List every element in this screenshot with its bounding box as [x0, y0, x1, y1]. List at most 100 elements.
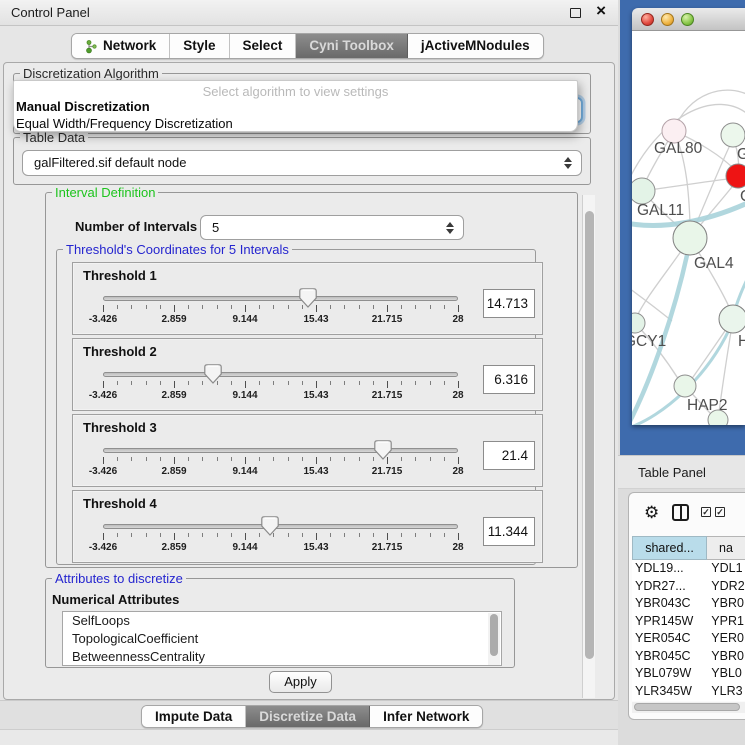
- attributes-scrollbar-thumb[interactable]: [490, 614, 498, 656]
- slider-thumb[interactable]: [374, 440, 392, 460]
- tab-label: Impute Data: [155, 706, 232, 727]
- panel-scrollbar-thumb[interactable]: [585, 211, 594, 659]
- tick-mark: [359, 305, 360, 309]
- table-hscrollbar-thumb[interactable]: [634, 703, 740, 711]
- tick-mark: [330, 457, 331, 461]
- tick-mark: [160, 381, 161, 385]
- tick-mark: [415, 533, 416, 537]
- tick-label: 21.715: [372, 466, 403, 477]
- tab-style[interactable]: Style: [170, 34, 229, 58]
- mac-close-icon[interactable]: [641, 13, 654, 26]
- slider-thumb[interactable]: [204, 364, 222, 384]
- tab-infer-network[interactable]: Infer Network: [370, 706, 482, 727]
- tab-select[interactable]: Select: [230, 34, 297, 58]
- table-row[interactable]: YDL19...YDL1: [632, 560, 745, 578]
- tick-mark: [415, 457, 416, 461]
- tick-mark: [160, 533, 161, 537]
- network-canvas[interactable]: GAL80GACGAL11GAL4GCY1HHAP2: [632, 31, 745, 425]
- tab-jactivemnodules[interactable]: jActiveMNodules: [408, 34, 543, 58]
- top-tab-row: NetworkStyle Select Cyni Toolbox jActiveMNo…: [0, 26, 618, 62]
- panel-scrollbar[interactable]: [582, 195, 595, 698]
- network-view-window[interactable]: GAL80GACGAL11GAL4GCY1HHAP2: [620, 0, 745, 455]
- number-of-intervals-spinner[interactable]: 5: [200, 215, 464, 240]
- tab-network[interactable]: Network: [72, 34, 170, 58]
- table-cell: YER054C: [632, 630, 707, 648]
- bottom-strip: [0, 729, 618, 745]
- table-cell: YBR0: [707, 648, 745, 666]
- slider-track[interactable]: [103, 296, 458, 301]
- threshold-value-field[interactable]: 21.4: [483, 441, 535, 470]
- tick-mark: [174, 305, 175, 312]
- table-row[interactable]: YIL052CYIL0: [632, 700, 745, 701]
- tick-mark: [131, 457, 132, 461]
- mac-minimize-icon[interactable]: [661, 13, 674, 26]
- table-row[interactable]: YBR043CYBR0: [632, 595, 745, 613]
- slider-track[interactable]: [103, 448, 458, 453]
- threshold-value-field[interactable]: 6.316: [483, 365, 535, 394]
- table-horizontal-scrollbar[interactable]: [632, 702, 745, 713]
- tick-mark: [146, 381, 147, 385]
- table-data-combo[interactable]: galFiltered.sif default node: [22, 150, 582, 176]
- threshold-value-field[interactable]: 14.713: [483, 289, 535, 318]
- tick-mark: [160, 457, 161, 461]
- threshold-value-field[interactable]: 11.344: [483, 517, 535, 546]
- numerical-attributes-list[interactable]: SelfLoopsTopologicalCoefficientBetweenne…: [62, 611, 502, 666]
- tab-label: jActiveMNodules: [421, 34, 530, 58]
- table-cell: YBL0: [707, 665, 745, 683]
- slider-track[interactable]: [103, 372, 458, 377]
- table-row[interactable]: YDR27...YDR2: [632, 578, 745, 596]
- table-row[interactable]: YBL079WYBL0: [632, 665, 745, 683]
- attributes-scrollbar[interactable]: [488, 613, 500, 666]
- tab-label: Select: [243, 34, 283, 58]
- tick-mark: [160, 305, 161, 309]
- tick-label: -3.426: [89, 542, 117, 553]
- tick-mark: [458, 305, 459, 312]
- tick-mark: [174, 533, 175, 540]
- slider-track[interactable]: [103, 524, 458, 529]
- apply-button[interactable]: Apply: [269, 671, 332, 693]
- bottom-tab-group: Impute Data Discretize DataInfer Network: [141, 705, 483, 728]
- table-row[interactable]: YBR045CYBR0: [632, 648, 745, 666]
- tick-mark: [430, 533, 431, 537]
- tab-label: Cyni Toolbox: [309, 34, 394, 58]
- tick-mark: [415, 381, 416, 385]
- float-window-icon[interactable]: [570, 8, 581, 18]
- split-columns-icon[interactable]: [672, 504, 689, 521]
- gear-icon[interactable]: ⚙: [644, 503, 659, 523]
- tab-impute-data[interactable]: Impute Data: [142, 706, 246, 727]
- tick-label: 28: [452, 466, 463, 477]
- tick-mark: [202, 305, 203, 309]
- table-column-header[interactable]: na: [707, 536, 745, 560]
- mac-zoom-icon[interactable]: [681, 13, 694, 26]
- checkbox-icon[interactable]: ✓: [715, 507, 725, 517]
- table-row[interactable]: YLR345WYLR3: [632, 683, 745, 701]
- slider-ticks: [103, 381, 458, 389]
- algorithm-option[interactable]: Manual Discretization: [16, 99, 150, 114]
- tab-cyni-toolbox[interactable]: Cyni Toolbox: [296, 34, 408, 58]
- table-cell: YLR345W: [632, 683, 707, 701]
- table-header-row: shared...na: [632, 536, 745, 560]
- close-icon[interactable]: ×: [596, 1, 606, 21]
- slider-ticks: [103, 305, 458, 313]
- network-node-label: GA: [737, 146, 745, 163]
- slider-thumb[interactable]: [261, 516, 279, 536]
- attribute-item[interactable]: TopologicalCoefficient: [63, 630, 501, 648]
- threshold-label: Threshold 2: [83, 344, 157, 359]
- table-row[interactable]: YPR145WYPR1: [632, 613, 745, 631]
- attribute-item[interactable]: SelfLoops: [63, 612, 501, 630]
- table-toolbar: ⚙ ✓ ✓: [629, 493, 745, 535]
- algorithm-option[interactable]: Equal Width/Frequency Discretization: [16, 116, 233, 131]
- algorithm-popup-hint: Select algorithm to view settings: [14, 84, 577, 99]
- slider-thumb[interactable]: [299, 288, 317, 308]
- tick-mark: [444, 533, 445, 537]
- table-row[interactable]: YER054CYER0: [632, 630, 745, 648]
- tab-discretize-data[interactable]: Discretize Data: [246, 706, 370, 727]
- table-column-header[interactable]: shared...: [632, 536, 707, 560]
- tick-mark: [259, 457, 260, 461]
- attribute-item[interactable]: BetweennessCentrality: [63, 648, 501, 666]
- numerical-attributes-label: Numerical Attributes: [52, 592, 179, 607]
- tick-mark: [401, 381, 402, 385]
- table-cell: YDR2: [707, 578, 745, 596]
- checkbox-icon[interactable]: ✓: [701, 507, 711, 517]
- network-window-titlebar[interactable]: [632, 8, 745, 31]
